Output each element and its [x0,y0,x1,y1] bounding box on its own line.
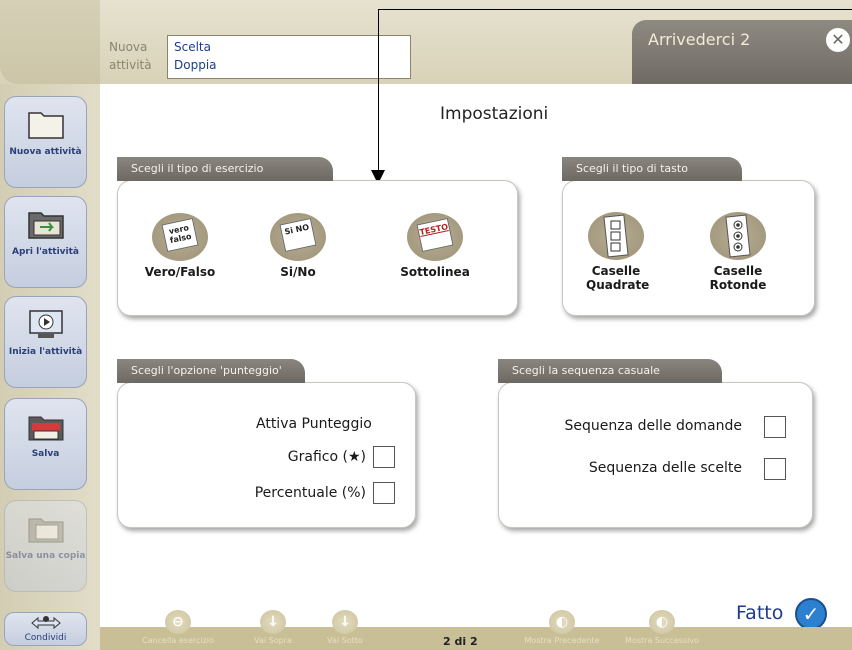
annotation-arrow-line [378,9,379,175]
toolbar-label: Mostra Precedente [524,636,600,645]
toolbar-label: Cancella esercizio [142,636,214,645]
folder-icon [26,107,66,141]
option-label: Vero/Falso [144,265,216,279]
exercise-type-tab: Scegli il tipo di esercizio [117,157,333,181]
window-title: Arrivederci 2 [648,30,751,49]
play-icon [26,307,66,341]
toolbar-label: Vai Sotto [327,636,363,645]
sidebar-item-label: Nuova attività [9,147,82,157]
random-sequence-panel [498,382,813,528]
delete-icon: ⊖ [165,610,191,634]
score-tab: Scegli l'opzione 'punteggio' [117,359,305,383]
move-down-button[interactable]: ↓ Vai Sotto [310,610,380,646]
option-round-boxes[interactable]: Caselle Rotonde [700,212,776,292]
score-graphic-checkbox[interactable] [373,446,395,468]
sidebar-item-start-activity[interactable]: Inizia l'attività [4,296,87,388]
save-copy-icon [26,511,66,545]
option-label: Sottolinea [400,265,470,279]
option-vero-falso[interactable]: vero falso Vero/Falso [140,213,220,279]
option-label: Si/No [280,265,316,279]
card-text: Si NO [279,217,317,253]
random-sequence-tab: Scegli la sequenza casuale [498,359,722,383]
arrow-down-icon: ↓ [332,610,358,634]
random-questions-label: Sequenza delle domande [564,418,742,434]
score-percent-label: Percentuale (%) [254,485,366,501]
option-sottolinea[interactable]: TESTO Sottolinea [395,213,475,279]
sidebar-item-share[interactable]: Condividi [4,612,87,646]
true-false-icon: vero falso [152,213,208,261]
round-boxes-icon [710,212,766,260]
sidebar-item-save-copy[interactable]: Salva una copia [4,500,87,592]
done-label[interactable]: Fatto [736,602,783,624]
sidebar-item-save[interactable]: Salva [4,398,87,490]
move-up-button[interactable]: ↓ Vai Sopra [238,610,308,646]
yes-no-icon: Si NO [270,213,326,261]
score-percent-checkbox[interactable] [373,482,395,504]
sidebar-item-new-activity[interactable]: Nuova attività [4,96,87,188]
toolbar-label: Mostra Successivo [625,636,699,645]
sidebar-item-open-activity[interactable]: Apri l'attività [4,196,87,288]
button-type-tab: Scegli il tipo di tasto [562,157,742,181]
sidebar-item-label: Inizia l'attività [8,347,83,357]
option-si-no[interactable]: Si NO Si/No [263,213,333,279]
sidebar-item-label: Condividi [24,633,67,643]
arrow-down-icon: ↓ [260,610,286,634]
card-text: TESTO [416,217,454,253]
square-boxes-icon [588,212,644,260]
activity-name-label: Nuova attività [109,40,152,72]
card-text: vero falso [161,217,199,253]
annotation-arrow-line [378,9,852,10]
activity-name-field[interactable]: Scelta Doppia [167,35,411,79]
random-questions-checkbox[interactable] [764,416,786,438]
score-graphic-label: Grafico (★) [287,449,366,465]
page-title: Impostazioni [440,104,549,124]
option-label: Caselle Quadrate [586,264,650,292]
sidebar-item-label: Salva [31,449,60,459]
sidebar-item-label: Apri l'attività [12,247,79,257]
random-choices-checkbox[interactable] [764,458,786,480]
toolbar-label: Vai Sopra [254,636,292,645]
underline-text-icon: TESTO [407,213,463,261]
page-indicator: 2 di 2 [443,635,478,648]
option-square-boxes[interactable]: Caselle Quadrate [578,212,654,292]
save-icon [26,409,66,443]
score-title: Attiva Punteggio [256,416,372,432]
open-folder-icon [26,207,66,241]
show-next-button[interactable]: ◐ Mostra Successivo [612,610,712,646]
sidebar-item-label: Salva una copia [5,551,86,561]
eye-icon: ◐ [649,610,675,634]
eye-icon: ◐ [549,610,575,634]
close-button[interactable]: ✕ [826,28,850,52]
share-icon [5,613,86,633]
show-previous-button[interactable]: ◐ Mostra Precedente [512,610,612,646]
header-corner [0,0,100,84]
delete-exercise-button[interactable]: ⊖ Cancella esercizio [128,610,228,646]
random-choices-label: Sequenza delle scelte [588,460,742,476]
option-label: Caselle Rotonde [709,264,767,292]
checkmark-icon[interactable]: ✓ [795,598,827,630]
